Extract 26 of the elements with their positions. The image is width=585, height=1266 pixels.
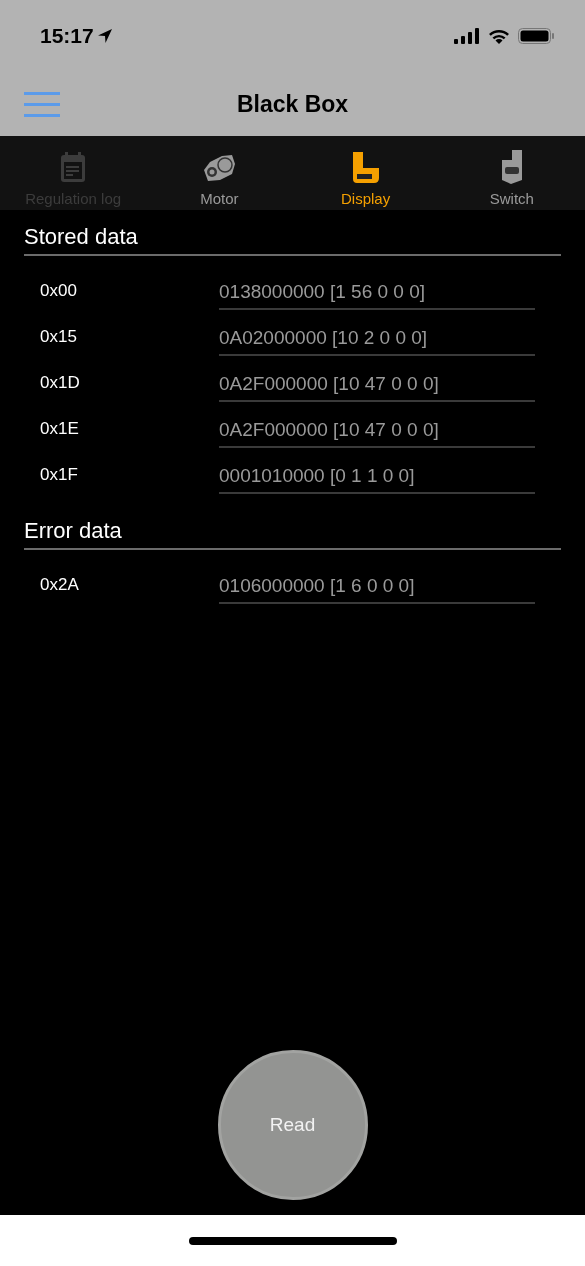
wifi-icon (488, 28, 510, 44)
address-label: 0x2A (39, 575, 80, 596)
tab[interactable]: Display (292, 136, 439, 210)
address-label: 0x15 (39, 327, 78, 348)
value-field[interactable]: 0A2F000000 [10 47 0 0 0] (219, 373, 535, 402)
motor-icon (202, 152, 237, 184)
address-label: 0x1F (39, 465, 79, 486)
address-label: 0x00 (39, 281, 78, 302)
value-field[interactable]: 0001010000 [0 1 1 0 0] (219, 465, 535, 494)
battery-icon (518, 28, 555, 44)
home-indicator[interactable] (188, 1236, 397, 1245)
location-arrow-icon (96, 28, 113, 44)
value-field[interactable]: 0A02000000 [10 2 0 0 0] (219, 327, 535, 356)
address-label: 0x1E (39, 419, 80, 440)
signal-icon (454, 28, 480, 44)
tab[interactable]: Switch (438, 136, 585, 210)
value-field[interactable]: 0A2F000000 [10 47 0 0 0] (219, 419, 535, 448)
value-field[interactable]: 0138000000 [1 56 0 0 0] (219, 281, 535, 310)
tab[interactable]: Motor (146, 136, 293, 210)
section-heading: Error data (24, 518, 561, 550)
value-field[interactable]: 0106000000 [1 6 0 0 0] (219, 575, 535, 604)
status-time: 15:17 (40, 24, 94, 48)
section-heading: Stored data (24, 224, 561, 256)
display-icon (350, 152, 381, 184)
address-label: 0x1D (39, 373, 81, 394)
screen-title: Black Box (236, 90, 349, 118)
